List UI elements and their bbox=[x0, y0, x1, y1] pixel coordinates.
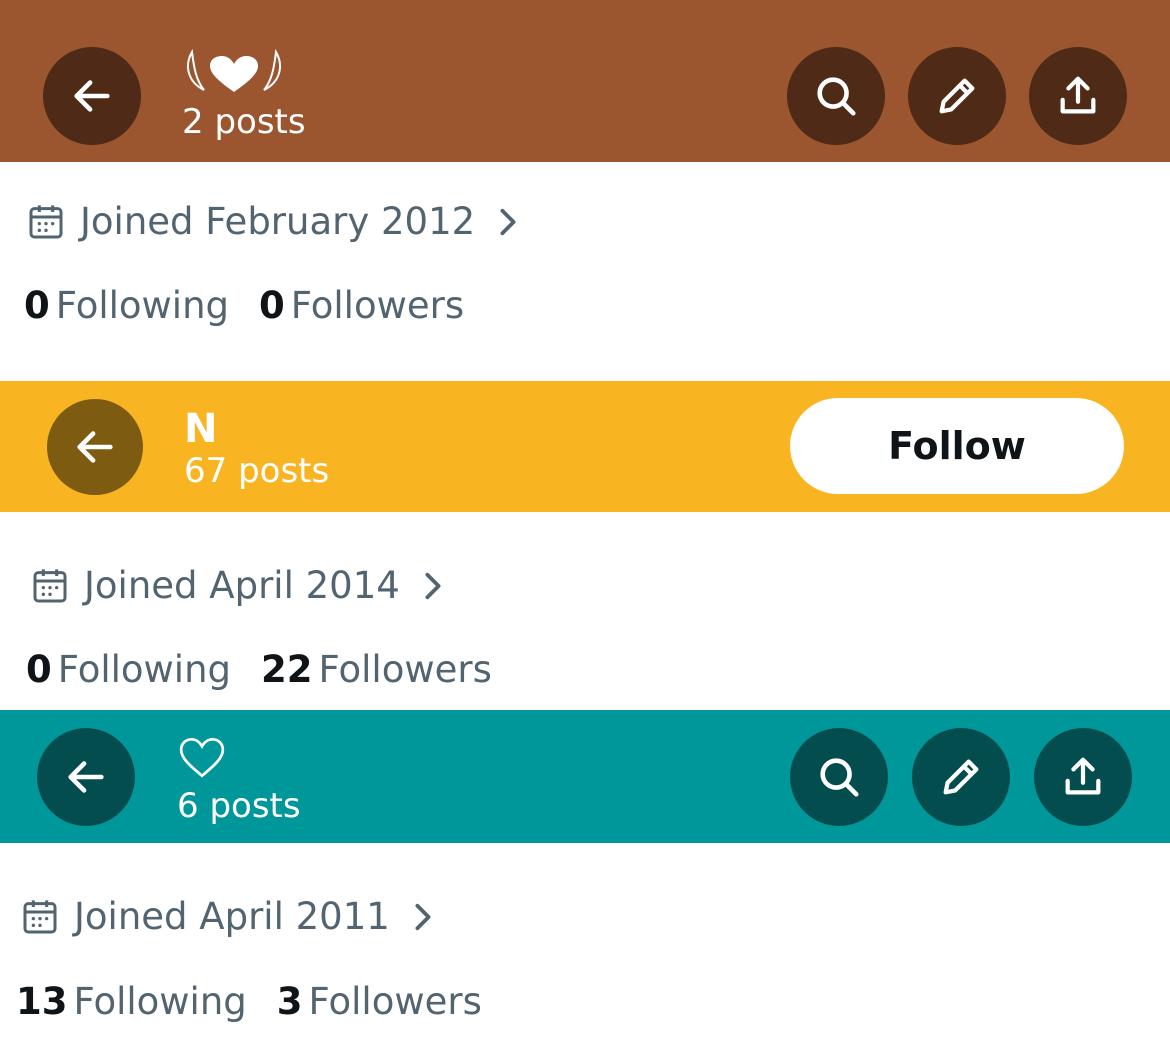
followers-count: 0 bbox=[259, 284, 285, 327]
winged-heart-icon bbox=[187, 48, 281, 92]
following-label: Following bbox=[55, 284, 230, 327]
search-button[interactable] bbox=[790, 728, 888, 826]
following-count: 13 bbox=[16, 980, 68, 1023]
arrow-left-icon bbox=[77, 431, 113, 463]
arrow-left-icon bbox=[74, 80, 110, 112]
back-button[interactable] bbox=[47, 399, 143, 495]
chevron-right-icon bbox=[415, 903, 431, 930]
share-button[interactable] bbox=[1029, 47, 1127, 145]
chevron-right-icon bbox=[500, 208, 516, 235]
back-button[interactable] bbox=[43, 47, 141, 145]
profile-title: N 67 posts bbox=[184, 407, 329, 491]
followers-label: Followers bbox=[308, 980, 482, 1023]
heart-outline-icon bbox=[179, 737, 225, 778]
pencil-icon bbox=[943, 759, 979, 795]
edit-button[interactable] bbox=[908, 47, 1006, 145]
profile-name: N bbox=[184, 406, 218, 452]
following-link[interactable]: 0 Following bbox=[24, 284, 229, 327]
joined-text: Joined April 2014 bbox=[84, 564, 400, 607]
search-button[interactable] bbox=[787, 47, 885, 145]
profile-header-3: 6 posts bbox=[0, 710, 1170, 843]
profile-header-1: 2 posts bbox=[0, 0, 1170, 162]
follow-stats: 0 Following 22 Followers bbox=[26, 648, 492, 691]
search-icon bbox=[820, 758, 859, 797]
chevron-right-icon bbox=[425, 572, 441, 599]
follow-button[interactable]: Follow bbox=[790, 398, 1124, 494]
follow-stats: 13 Following 3 Followers bbox=[16, 980, 482, 1023]
following-label: Following bbox=[73, 980, 247, 1023]
following-label: Following bbox=[57, 648, 232, 691]
share-icon bbox=[1060, 76, 1096, 114]
share-icon bbox=[1065, 757, 1101, 795]
back-button[interactable] bbox=[37, 728, 135, 826]
share-button[interactable] bbox=[1034, 728, 1132, 826]
followers-count: 3 bbox=[276, 980, 303, 1023]
following-count: 0 bbox=[26, 648, 52, 691]
calendar-icon bbox=[23, 899, 57, 933]
joined-text: Joined April 2011 bbox=[74, 895, 390, 938]
joined-date[interactable]: Joined February 2012 bbox=[26, 200, 521, 243]
arrow-left-icon bbox=[68, 761, 104, 793]
followers-link[interactable]: 22 Followers bbox=[261, 648, 492, 691]
followers-label: Followers bbox=[318, 648, 492, 691]
pencil-icon bbox=[939, 78, 975, 114]
profile-title: 6 posts bbox=[177, 732, 301, 826]
follow-stats: 0 Following 0 Followers bbox=[24, 284, 464, 327]
edit-button[interactable] bbox=[912, 728, 1010, 826]
following-link[interactable]: 13 Following bbox=[16, 980, 247, 1023]
joined-date[interactable]: Joined April 2014 bbox=[30, 564, 446, 607]
profile-title: 2 posts bbox=[182, 48, 306, 142]
posts-count: 2 posts bbox=[182, 102, 306, 142]
calendar-icon bbox=[33, 568, 67, 602]
following-count: 0 bbox=[24, 284, 50, 327]
posts-count: 6 posts bbox=[177, 786, 301, 826]
followers-link[interactable]: 0 Followers bbox=[259, 284, 464, 327]
followers-link[interactable]: 3 Followers bbox=[277, 980, 482, 1023]
followers-label: Followers bbox=[290, 284, 465, 327]
posts-count: 67 posts bbox=[184, 451, 330, 491]
joined-date[interactable]: Joined April 2011 bbox=[20, 895, 436, 938]
joined-text: Joined February 2012 bbox=[80, 200, 476, 243]
followers-count: 22 bbox=[261, 648, 313, 691]
following-link[interactable]: 0 Following bbox=[26, 648, 231, 691]
calendar-icon bbox=[29, 204, 63, 238]
search-icon bbox=[817, 77, 856, 116]
